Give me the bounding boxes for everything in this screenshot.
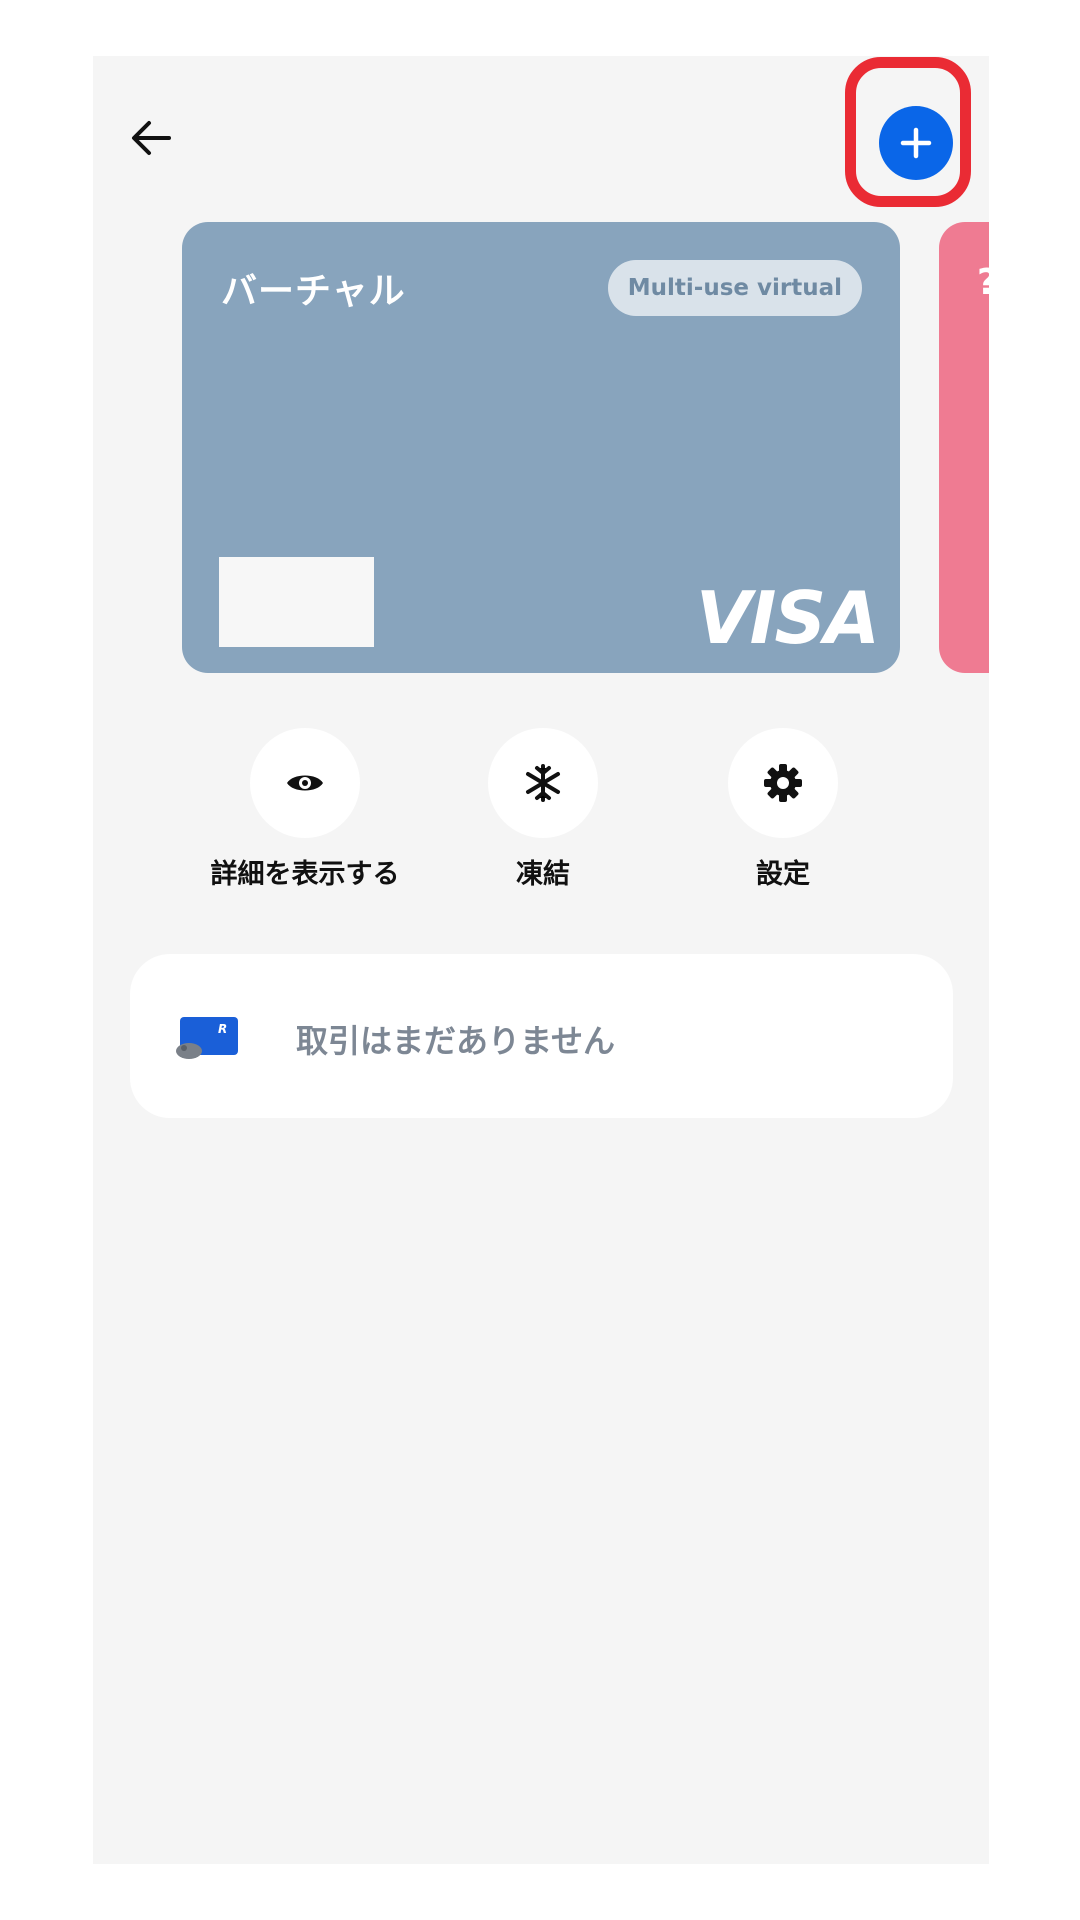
card-illustration: R [176, 1017, 238, 1059]
next-card-name: ? [977, 262, 989, 303]
transactions-panel: R 取引はまだありません [130, 954, 953, 1118]
settings-label: 設定 [756, 859, 810, 890]
arrow-left-icon [132, 121, 171, 155]
card-name: バーチャル [221, 271, 406, 312]
show-details-button[interactable]: 詳細を表示する [185, 728, 425, 891]
back-button[interactable] [121, 108, 181, 168]
snowflake-icon [526, 764, 560, 802]
show-details-label: 詳細を表示する [210, 859, 400, 890]
freeze-button[interactable]: 凍結 [423, 728, 663, 891]
visa-logo: VISA [695, 576, 880, 660]
gear-icon [764, 764, 802, 802]
settings-button[interactable]: 設定 [663, 728, 903, 891]
card-chip [219, 557, 374, 647]
next-card[interactable]: ? [939, 222, 989, 673]
plus-icon [900, 127, 932, 159]
card-screen: バーチャル Multi-use virtual VISA ? 詳細を表示する [93, 56, 989, 1864]
empty-transactions-text: 取引はまだありません [296, 1022, 616, 1060]
virtual-card[interactable]: バーチャル Multi-use virtual VISA [182, 222, 900, 673]
card-actions: 詳細を表示する 凍結 設定 [93, 728, 989, 890]
eye-icon [287, 775, 323, 791]
freeze-label: 凍結 [516, 859, 570, 890]
add-card-button[interactable] [879, 106, 953, 180]
svg-text:R: R [218, 1022, 227, 1036]
show-details-circle [250, 728, 360, 838]
card-type-badge: Multi-use virtual [607, 260, 862, 316]
freeze-circle [488, 728, 598, 838]
settings-circle [728, 728, 838, 838]
